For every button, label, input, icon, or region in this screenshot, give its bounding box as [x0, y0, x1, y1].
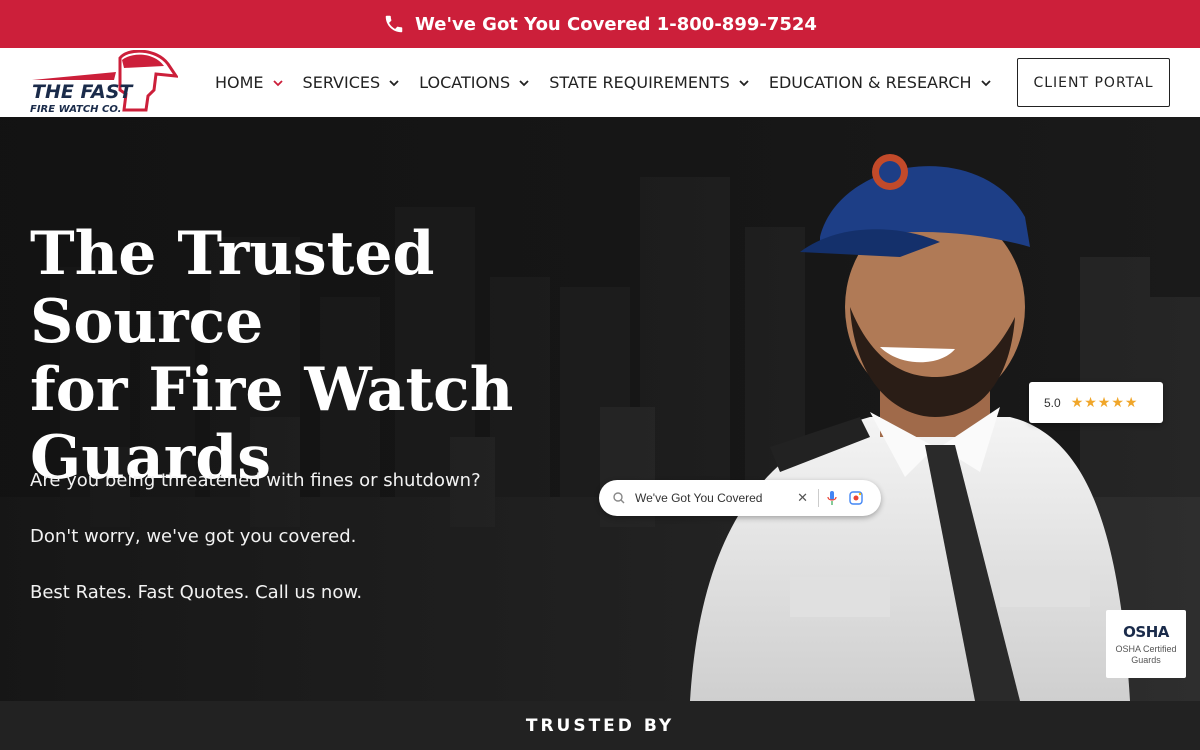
- microphone-icon: [827, 491, 837, 505]
- main-nav: HOME SERVICES LOCATIONS STATE REQUIREMEN…: [215, 48, 1011, 117]
- close-icon: ✕: [797, 490, 808, 505]
- nav-state-requirements-label: STATE REQUIREMENTS: [549, 73, 730, 92]
- osha-logo: OSHA: [1123, 622, 1169, 641]
- nav-state-requirements[interactable]: STATE REQUIREMENTS: [549, 73, 749, 92]
- osha-badge: OSHA OSHA Certified Guards: [1106, 610, 1186, 678]
- logo-text-bottom: FIRE WATCH CO.: [30, 104, 121, 115]
- chevron-down-icon: [739, 79, 749, 86]
- nav-home-label: HOME: [215, 73, 264, 92]
- search-icon: [613, 492, 625, 504]
- hero-subtext-3: Best Rates. Fast Quotes. Call us now.: [30, 582, 363, 603]
- logo-text-top: THE FAST: [32, 81, 134, 103]
- hero-section: The Trusted Source for Fire Watch Guards…: [0, 117, 1200, 701]
- top-contact-bar: We've Got You Covered 1-800-899-7524: [0, 0, 1200, 48]
- nav-services[interactable]: SERVICES: [303, 73, 400, 92]
- nav-locations[interactable]: LOCATIONS: [419, 73, 529, 92]
- search-bar-graphic: We've Got You Covered ✕: [599, 480, 881, 516]
- nav-education-research[interactable]: EDUCATION & RESEARCH: [769, 73, 991, 92]
- client-portal-button[interactable]: CLIENT PORTAL: [1017, 58, 1170, 107]
- hero-subtext-1: Are you being threatened with fines or s…: [30, 470, 481, 491]
- company-logo[interactable]: THE FAST FIRE WATCH CO.: [28, 50, 178, 116]
- osha-caption: OSHA Certified Guards: [1115, 643, 1177, 665]
- search-divider: [818, 489, 819, 507]
- chevron-down-icon: [519, 79, 529, 86]
- rating-badge: 5.0 ★★★★★: [1029, 382, 1163, 423]
- hero-headline: The Trusted Source for Fire Watch Guards: [30, 220, 670, 492]
- chevron-down-icon: [389, 79, 399, 86]
- phone-text[interactable]: We've Got You Covered 1-800-899-7524: [415, 14, 817, 35]
- nav-services-label: SERVICES: [302, 73, 381, 92]
- hero-headline-line-2: for Fire Watch: [30, 355, 514, 425]
- star-icons: ★★★★★: [1070, 394, 1139, 410]
- nav-locations-label: LOCATIONS: [419, 73, 511, 92]
- rating-value: 5.0: [1044, 395, 1061, 410]
- phone-icon: [385, 15, 403, 33]
- search-query-text: We've Got You Covered: [635, 491, 763, 505]
- trusted-by-section: TRUSTED BY: [0, 701, 1200, 750]
- chevron-down-icon: [272, 79, 283, 86]
- trusted-by-heading: TRUSTED BY: [525, 715, 675, 736]
- nav-home[interactable]: HOME: [215, 73, 283, 92]
- hero-headline-line-1: The Trusted Source: [30, 219, 435, 357]
- hero-subtext-2: Don't worry, we've got you covered.: [30, 526, 357, 547]
- nav-education-research-label: EDUCATION & RESEARCH: [768, 73, 972, 92]
- camera-lens-icon: [849, 491, 863, 505]
- chevron-down-icon: [980, 79, 991, 86]
